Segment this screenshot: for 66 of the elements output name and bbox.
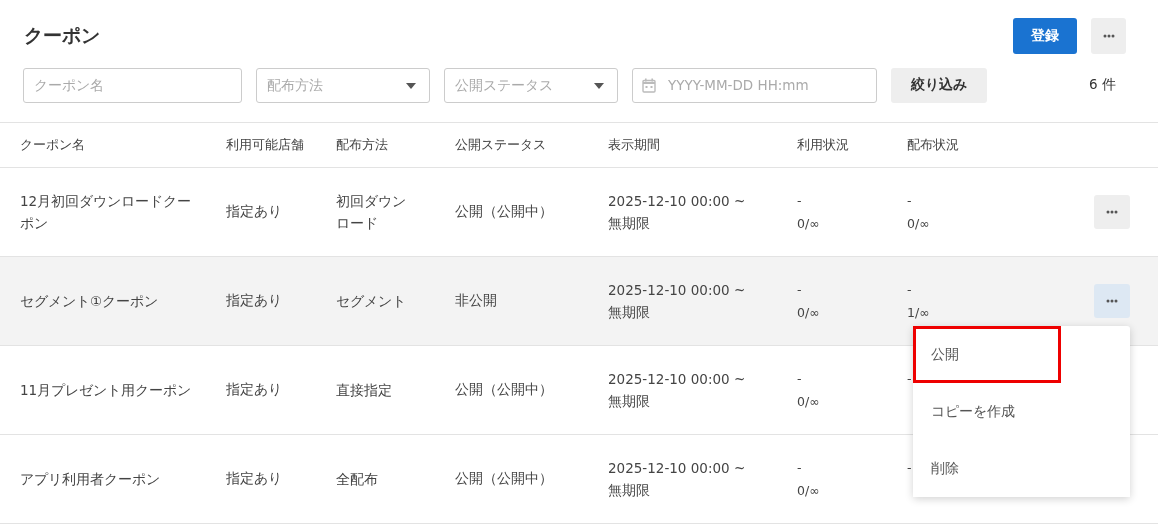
period-end: 無期限: [608, 481, 651, 500]
status-cell-text: 非公開: [455, 292, 498, 310]
method-cell-text: 直接指定: [336, 381, 393, 400]
store-cell-text: 指定あり: [226, 381, 283, 399]
status-dash: -: [907, 282, 912, 297]
store-cell-text: 指定あり: [226, 292, 283, 310]
status-dash: -: [797, 282, 802, 297]
count-cell: 0/∞: [797, 394, 820, 409]
store-cell-text: 指定あり: [226, 203, 283, 221]
status-dash: -: [907, 371, 912, 386]
period-end: 無期限: [608, 214, 651, 233]
row-more-button[interactable]: [1094, 195, 1130, 229]
more-button[interactable]: [1091, 18, 1126, 54]
menu-item[interactable]: コピーを作成: [913, 383, 1130, 440]
result-count: 6 件: [1089, 76, 1116, 94]
period-end: 無期限: [608, 303, 651, 322]
period-start: 2025-12-10 00:00 ~: [608, 192, 747, 211]
publish-status-select[interactable]: 公開ステータス: [444, 67, 618, 103]
count-cell: 0/∞: [797, 305, 820, 320]
store-cell-text: 指定あり: [226, 470, 283, 488]
status-cell-text: 公開（公開中）: [455, 470, 554, 488]
column-header: 公開ステータス: [455, 136, 547, 154]
table-row[interactable]: セグメント①クーポン 指定あり セグメント 非公開 2025-12-10 00:00 ~ 無期限 - 0/∞ - 1/∞: [0, 256, 1158, 345]
date-field[interactable]: YYYY-MM-DD HH:mm: [632, 67, 877, 103]
status-dash: -: [907, 460, 912, 475]
menu-item[interactable]: 削除: [913, 440, 1130, 497]
column-header: 利用状況: [797, 136, 850, 154]
status-cell-text: 公開（公開中）: [455, 381, 554, 399]
method-cell-text: 初回ダウンロード: [336, 192, 407, 233]
more-icon: [1106, 210, 1118, 214]
column-header: 配布状況: [907, 136, 960, 154]
calendar-icon: [642, 77, 656, 93]
register-button[interactable]: 登録: [1013, 18, 1077, 54]
count-cell: 0/∞: [797, 483, 820, 498]
distribution-method-select[interactable]: 配布方法: [256, 67, 430, 103]
status-dash: -: [907, 193, 912, 208]
period-start: 2025-12-10 00:00 ~: [608, 281, 747, 300]
menu-item[interactable]: 公開: [913, 326, 1061, 383]
method-cell-text: 全配布: [336, 470, 379, 489]
status-dash: -: [797, 460, 802, 475]
column-header: クーポン名: [20, 136, 86, 154]
column-header: 利用可能店舗: [226, 136, 305, 154]
period-start: 2025-12-10 00:00 ~: [608, 459, 747, 478]
dropdown-caret-icon: [594, 82, 604, 89]
coupon-name: 11月プレゼント用クーポン: [20, 381, 192, 400]
period-start: 2025-12-10 00:00 ~: [608, 370, 747, 389]
row-more-button[interactable]: [1094, 284, 1130, 318]
status-dash: -: [797, 371, 802, 386]
filter-button[interactable]: 絞り込み: [891, 67, 987, 103]
status-cell-text: 公開（公開中）: [455, 203, 554, 221]
method-cell-text: セグメント: [336, 292, 407, 311]
count-cell: 0/∞: [907, 216, 930, 231]
period-end: 無期限: [608, 392, 651, 411]
count-cell: 0/∞: [797, 216, 820, 231]
page-title: クーポン: [24, 23, 101, 48]
coupon-name: アプリ利用者クーポン: [20, 470, 161, 489]
coupon-name: セグメント①クーポン: [20, 292, 160, 311]
count-cell: 1/∞: [907, 305, 930, 320]
more-icon: [1102, 34, 1115, 38]
coupon-name-field[interactable]: クーポン名: [23, 67, 242, 103]
column-header: 配布方法: [336, 136, 389, 154]
coupon-name: 12月初回ダウンロードクーポン: [20, 192, 192, 233]
more-icon: [1106, 299, 1118, 303]
status-dash: -: [797, 193, 802, 208]
dropdown-caret-icon: [406, 82, 416, 89]
column-header: 表示期間: [608, 136, 661, 154]
